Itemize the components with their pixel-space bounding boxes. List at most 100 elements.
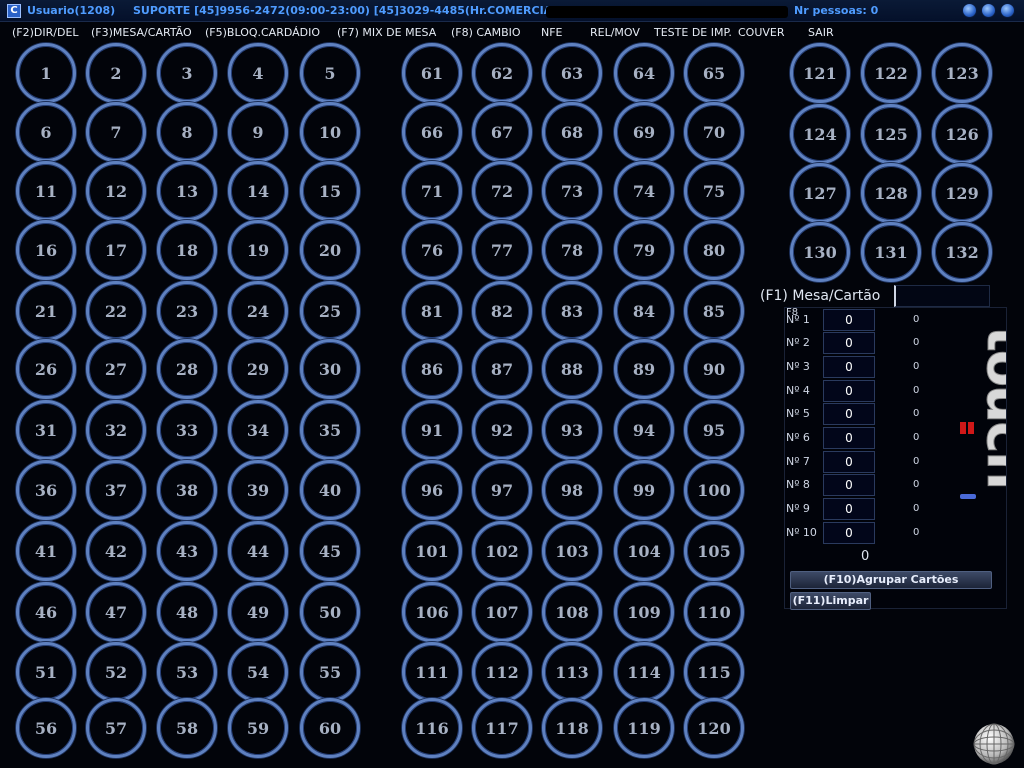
table-button-103[interactable]: 103 [542, 521, 602, 581]
limpar-button[interactable]: (F11)Limpar [790, 592, 871, 610]
table-button-4[interactable]: 4 [228, 43, 288, 103]
table-button-126[interactable]: 126 [932, 104, 992, 164]
table-button-34[interactable]: 34 [228, 400, 288, 460]
table-button-30[interactable]: 30 [300, 339, 360, 399]
card-input-8[interactable] [823, 474, 875, 496]
card-input-2[interactable] [823, 332, 875, 354]
card-input-10[interactable] [823, 522, 875, 544]
table-button-57[interactable]: 57 [86, 698, 146, 758]
table-button-48[interactable]: 48 [157, 582, 217, 642]
table-button-80[interactable]: 80 [684, 220, 744, 280]
menu-mesa-cartao[interactable]: (F3)MESA/CARTÃO [91, 26, 192, 39]
menu-nfe[interactable]: NFE [541, 26, 563, 39]
table-button-59[interactable]: 59 [228, 698, 288, 758]
table-button-49[interactable]: 49 [228, 582, 288, 642]
table-button-74[interactable]: 74 [614, 161, 674, 221]
menu-mix-de-mesa[interactable]: (F7) MIX DE MESA [337, 26, 436, 39]
table-button-78[interactable]: 78 [542, 220, 602, 280]
table-button-70[interactable]: 70 [684, 102, 744, 162]
table-button-118[interactable]: 118 [542, 698, 602, 758]
table-button-91[interactable]: 91 [402, 400, 462, 460]
table-button-79[interactable]: 79 [614, 220, 674, 280]
card-input-7[interactable] [823, 451, 875, 473]
agrupar-cartoes-button[interactable]: (F10)Agrupar Cartões [790, 571, 992, 589]
minimize-icon[interactable] [962, 3, 977, 18]
table-button-129[interactable]: 129 [932, 163, 992, 223]
table-button-52[interactable]: 52 [86, 642, 146, 702]
mesa-cartao-input[interactable] [894, 285, 990, 307]
table-button-3[interactable]: 3 [157, 43, 217, 103]
menu-teste-imp[interactable]: TESTE DE IMP. [654, 26, 732, 39]
table-button-25[interactable]: 25 [300, 281, 360, 341]
table-button-63[interactable]: 63 [542, 43, 602, 103]
table-button-22[interactable]: 22 [86, 281, 146, 341]
table-button-123[interactable]: 123 [932, 43, 992, 103]
table-button-72[interactable]: 72 [472, 161, 532, 221]
menu-cambio[interactable]: (F8) CAMBIO [451, 26, 521, 39]
table-button-55[interactable]: 55 [300, 642, 360, 702]
table-button-42[interactable]: 42 [86, 521, 146, 581]
table-button-21[interactable]: 21 [16, 281, 76, 341]
table-button-43[interactable]: 43 [157, 521, 217, 581]
table-button-104[interactable]: 104 [614, 521, 674, 581]
table-button-13[interactable]: 13 [157, 161, 217, 221]
table-button-31[interactable]: 31 [16, 400, 76, 460]
table-button-100[interactable]: 100 [684, 460, 744, 520]
table-button-2[interactable]: 2 [86, 43, 146, 103]
table-button-40[interactable]: 40 [300, 460, 360, 520]
table-button-127[interactable]: 127 [790, 163, 850, 223]
table-button-60[interactable]: 60 [300, 698, 360, 758]
table-button-36[interactable]: 36 [16, 460, 76, 520]
table-button-106[interactable]: 106 [402, 582, 462, 642]
table-button-67[interactable]: 67 [472, 102, 532, 162]
table-button-130[interactable]: 130 [790, 222, 850, 282]
table-button-101[interactable]: 101 [402, 521, 462, 581]
table-button-89[interactable]: 89 [614, 339, 674, 399]
table-button-121[interactable]: 121 [790, 43, 850, 103]
table-button-39[interactable]: 39 [228, 460, 288, 520]
card-input-4[interactable] [823, 380, 875, 402]
table-button-107[interactable]: 107 [472, 582, 532, 642]
table-button-86[interactable]: 86 [402, 339, 462, 399]
table-button-116[interactable]: 116 [402, 698, 462, 758]
table-button-26[interactable]: 26 [16, 339, 76, 399]
table-button-18[interactable]: 18 [157, 220, 217, 280]
table-button-87[interactable]: 87 [472, 339, 532, 399]
table-button-110[interactable]: 110 [684, 582, 744, 642]
table-button-29[interactable]: 29 [228, 339, 288, 399]
table-button-24[interactable]: 24 [228, 281, 288, 341]
table-button-54[interactable]: 54 [228, 642, 288, 702]
table-button-14[interactable]: 14 [228, 161, 288, 221]
table-button-61[interactable]: 61 [402, 43, 462, 103]
table-button-6[interactable]: 6 [16, 102, 76, 162]
table-button-124[interactable]: 124 [790, 104, 850, 164]
table-button-94[interactable]: 94 [614, 400, 674, 460]
table-button-7[interactable]: 7 [86, 102, 146, 162]
menu-couver[interactable]: COUVER [738, 26, 785, 39]
table-button-71[interactable]: 71 [402, 161, 462, 221]
table-button-114[interactable]: 114 [614, 642, 674, 702]
table-button-84[interactable]: 84 [614, 281, 674, 341]
table-button-16[interactable]: 16 [16, 220, 76, 280]
table-button-88[interactable]: 88 [542, 339, 602, 399]
table-button-33[interactable]: 33 [157, 400, 217, 460]
table-button-92[interactable]: 92 [472, 400, 532, 460]
card-input-3[interactable] [823, 356, 875, 378]
table-button-19[interactable]: 19 [228, 220, 288, 280]
table-button-69[interactable]: 69 [614, 102, 674, 162]
table-button-58[interactable]: 58 [157, 698, 217, 758]
table-button-125[interactable]: 125 [861, 104, 921, 164]
table-button-112[interactable]: 112 [472, 642, 532, 702]
table-button-45[interactable]: 45 [300, 521, 360, 581]
maximize-icon[interactable] [981, 3, 996, 18]
table-button-122[interactable]: 122 [861, 43, 921, 103]
card-input-5[interactable] [823, 403, 875, 425]
table-button-62[interactable]: 62 [472, 43, 532, 103]
menu-bloq-cardapio[interactable]: (F5)BLOQ.CARDÁDIO [205, 26, 320, 39]
table-button-115[interactable]: 115 [684, 642, 744, 702]
table-button-17[interactable]: 17 [86, 220, 146, 280]
table-button-105[interactable]: 105 [684, 521, 744, 581]
table-button-20[interactable]: 20 [300, 220, 360, 280]
table-button-50[interactable]: 50 [300, 582, 360, 642]
table-button-8[interactable]: 8 [157, 102, 217, 162]
